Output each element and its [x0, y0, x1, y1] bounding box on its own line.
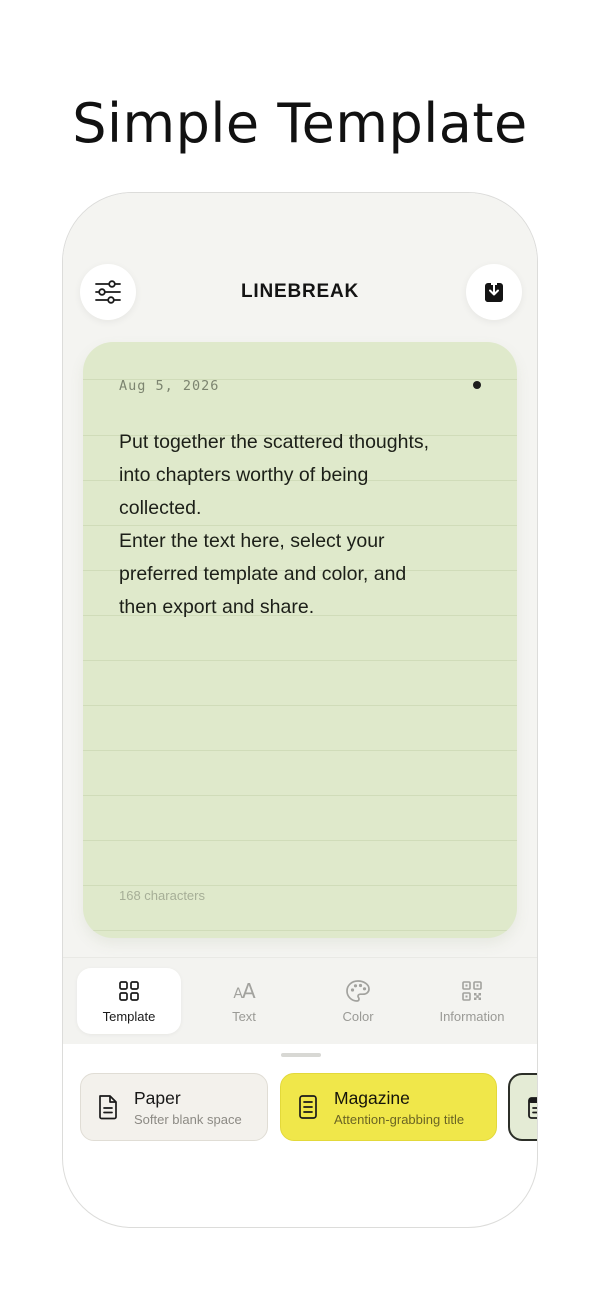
promo-headline: Simple Template	[72, 92, 528, 155]
qr-code-icon	[462, 980, 482, 1001]
tab-template[interactable]: Template	[77, 968, 181, 1034]
tab-color-label: Color	[342, 1008, 374, 1024]
status-dot	[473, 381, 481, 389]
download-icon	[485, 281, 503, 302]
tab-color[interactable]: Color	[306, 968, 410, 1034]
note-text-area[interactable]: Put together the scattered thoughts, int…	[119, 426, 489, 624]
promo-page: Simple Template LINEBREAK Aug 5, 2026 Pu…	[0, 0, 600, 1298]
text-size-icon: AA	[233, 978, 255, 1003]
character-count: 168 characters	[119, 888, 205, 903]
template-magazine-description: Attention-grabbing title	[334, 1112, 465, 1127]
grid-icon	[119, 980, 139, 1001]
tab-text[interactable]: AA Text	[192, 968, 296, 1034]
magazine-icon	[299, 1095, 317, 1119]
tool-tabbar: Template AA Text Color Information	[63, 957, 537, 1044]
tab-information[interactable]: Information	[420, 968, 524, 1034]
template-option-notebook[interactable]	[508, 1073, 537, 1141]
tab-template-label: Template	[102, 1008, 156, 1024]
palette-icon	[346, 979, 370, 1002]
phone-frame: LINEBREAK Aug 5, 2026 Put together the s…	[62, 192, 538, 1228]
template-paper-name: Paper	[134, 1088, 181, 1108]
note-card[interactable]: Aug 5, 2026 Put together the scattered t…	[83, 342, 517, 938]
document-icon	[99, 1095, 117, 1120]
template-option-paper[interactable]: Paper Softer blank space	[80, 1073, 268, 1141]
note-date: Aug 5, 2026	[119, 378, 220, 394]
tab-text-label: Text	[232, 1008, 256, 1024]
export-button[interactable]	[466, 264, 522, 320]
tab-information-label: Information	[439, 1008, 505, 1024]
editor-area: LINEBREAK Aug 5, 2026 Put together the s…	[63, 193, 537, 1044]
template-paper-description: Softer blank space	[134, 1112, 242, 1127]
template-magazine-name: Magazine	[334, 1088, 410, 1108]
template-option-magazine[interactable]: Magazine Attention-grabbing title	[280, 1073, 497, 1141]
notebook-icon	[528, 1097, 537, 1119]
sheet-grabber-handle[interactable]	[281, 1053, 321, 1057]
